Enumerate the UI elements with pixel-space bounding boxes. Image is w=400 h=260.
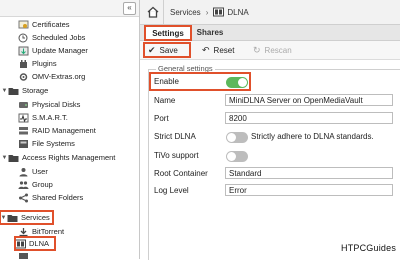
dlna-icon bbox=[15, 239, 26, 248]
port-field[interactable]: 8200 bbox=[225, 112, 393, 124]
expand-arrow-icon[interactable]: ▼ bbox=[0, 215, 7, 221]
sidebar-item-user[interactable]: User bbox=[18, 165, 48, 178]
sidebar-item-omv-extras[interactable]: OMV-Extras.org bbox=[18, 70, 85, 83]
user-icon bbox=[19, 167, 28, 176]
strict-dlna-toggle[interactable] bbox=[226, 132, 248, 143]
rescan-button[interactable]: ↻ Rescan bbox=[253, 43, 292, 57]
log-level-select[interactable]: Error bbox=[225, 184, 393, 196]
root-container-label: Root Container bbox=[154, 169, 208, 178]
folder-icon bbox=[7, 214, 18, 222]
port-label: Port bbox=[154, 114, 169, 123]
root-container-select[interactable]: Standard bbox=[225, 167, 393, 179]
filesystem-icon bbox=[19, 139, 28, 148]
sidebar-item-shared-folders[interactable]: Shared Folders bbox=[18, 191, 83, 204]
log-level-label: Log Level bbox=[154, 186, 189, 195]
update-icon bbox=[18, 46, 29, 55]
ftp-icon bbox=[19, 253, 28, 259]
smart-icon bbox=[18, 113, 29, 122]
dlna-icon bbox=[213, 7, 225, 17]
toolbar: ✔ Save ↶ Reset ↻ Rescan bbox=[140, 41, 400, 60]
sidebar-item-clipped bbox=[18, 252, 78, 259]
tab-bar: Settings Shares bbox=[140, 25, 400, 41]
sidebar-item-label: Access Rights Management bbox=[22, 153, 116, 162]
folder-icon bbox=[8, 87, 19, 95]
certificate-icon bbox=[18, 20, 29, 28]
breadcrumb-separator: › bbox=[205, 7, 209, 17]
collapse-sidebar-button[interactable]: « bbox=[123, 2, 136, 15]
toggle-knob bbox=[227, 133, 236, 142]
sidebar-item-label: DLNA bbox=[29, 239, 50, 248]
name-label: Name bbox=[154, 96, 176, 105]
toggle-knob bbox=[238, 78, 247, 87]
sidebar-item-dlna[interactable]: DLNA bbox=[14, 236, 56, 251]
name-field[interactable]: MiniDLNA Server on OpenMediaVault bbox=[225, 94, 393, 106]
breadcrumb-bar: Services › DLNA bbox=[140, 0, 400, 25]
sidebar-item-label: S.M.A.R.T. bbox=[32, 113, 68, 122]
clock-icon bbox=[18, 33, 28, 42]
fieldset-legend: General settings bbox=[156, 64, 215, 73]
breadcrumb-dlna: DLNA bbox=[227, 7, 249, 17]
plugin-icon bbox=[20, 59, 27, 68]
sidebar-item-plugins[interactable]: Plugins bbox=[18, 57, 57, 70]
sidebar-item-label: RAID Management bbox=[32, 126, 96, 135]
check-icon: ✔ bbox=[148, 44, 156, 55]
undo-icon: ↶ bbox=[202, 44, 210, 55]
save-label: Save bbox=[159, 45, 178, 55]
sidebar-item-label: Plugins bbox=[32, 59, 57, 68]
raid-icon bbox=[19, 126, 28, 134]
torrent-icon bbox=[19, 227, 28, 236]
save-button[interactable]: ✔ Save bbox=[143, 42, 191, 58]
sidebar-item-label: Storage bbox=[22, 86, 49, 95]
sidebar-item-label: Update Manager bbox=[32, 46, 88, 55]
sidebar-item-label: BitTorrent bbox=[32, 227, 65, 236]
refresh-icon: ↻ bbox=[253, 44, 261, 55]
sidebar-item-label: Group bbox=[32, 180, 53, 189]
home-icon[interactable] bbox=[147, 6, 159, 18]
folder-icon bbox=[8, 154, 19, 162]
sidebar-item-label: OMV-Extras.org bbox=[32, 72, 86, 81]
rescan-label: Rescan bbox=[264, 45, 292, 55]
breadcrumb-services[interactable]: Services bbox=[170, 8, 201, 17]
expand-arrow-icon[interactable]: ▼ bbox=[1, 88, 8, 94]
sidebar: « Certificates Scheduled Jobs Update Man… bbox=[0, 0, 140, 259]
strict-dlna-hint: Strictly adhere to DLNA standards. bbox=[251, 132, 374, 141]
expand-arrow-icon[interactable]: ▼ bbox=[1, 155, 8, 161]
tab-settings[interactable]: Settings bbox=[144, 25, 192, 41]
reset-button[interactable]: ↶ Reset bbox=[202, 43, 234, 57]
sidebar-item-group[interactable]: Group bbox=[18, 178, 53, 191]
enable-label: Enable bbox=[154, 77, 179, 86]
tivo-toggle[interactable] bbox=[226, 151, 248, 162]
sidebar-item-raid-management[interactable]: RAID Management bbox=[18, 124, 96, 137]
reset-label: Reset bbox=[213, 45, 235, 55]
tivo-label: TiVo support bbox=[154, 151, 199, 160]
share-icon bbox=[19, 193, 28, 202]
strict-dlna-label: Strict DLNA bbox=[154, 132, 196, 141]
sidebar-group-storage[interactable]: ▼ Storage bbox=[1, 84, 49, 97]
sidebar-item-smart[interactable]: S.M.A.R.T. bbox=[18, 111, 68, 124]
sidebar-group-services[interactable]: ▼ Services bbox=[0, 210, 54, 225]
sidebar-group-access-rights[interactable]: ▼ Access Rights Management bbox=[1, 151, 116, 164]
sidebar-item-scheduled-jobs[interactable]: Scheduled Jobs bbox=[18, 31, 85, 44]
enable-toggle[interactable] bbox=[226, 77, 248, 88]
sidebar-item-label: File Systems bbox=[32, 139, 75, 148]
sidebar-item-label: User bbox=[32, 167, 48, 176]
settings-form: General settings Enable Name MiniDLNA Se… bbox=[140, 60, 400, 260]
sidebar-item-label: Shared Folders bbox=[32, 193, 84, 202]
sidebar-item-update-manager[interactable]: Update Manager bbox=[18, 44, 88, 57]
sidebar-toolbar: « bbox=[0, 0, 139, 17]
toggle-knob bbox=[227, 152, 236, 161]
watermark: HTPCGuides bbox=[341, 243, 397, 253]
sidebar-item-label: Scheduled Jobs bbox=[32, 33, 86, 42]
sidebar-item-file-systems[interactable]: File Systems bbox=[18, 137, 75, 150]
tab-shares[interactable]: Shares bbox=[193, 26, 227, 39]
disk-icon bbox=[19, 101, 28, 108]
sidebar-item-label: Certificates bbox=[32, 20, 70, 29]
sidebar-item-label: Physical Disks bbox=[32, 100, 81, 109]
sidebar-item-physical-disks[interactable]: Physical Disks bbox=[18, 98, 80, 111]
divider bbox=[163, 0, 164, 24]
group-icon bbox=[18, 180, 29, 189]
sidebar-item-label: Services bbox=[21, 213, 50, 222]
extras-icon bbox=[19, 72, 28, 81]
sidebar-item-certificates[interactable]: Certificates bbox=[18, 18, 70, 31]
